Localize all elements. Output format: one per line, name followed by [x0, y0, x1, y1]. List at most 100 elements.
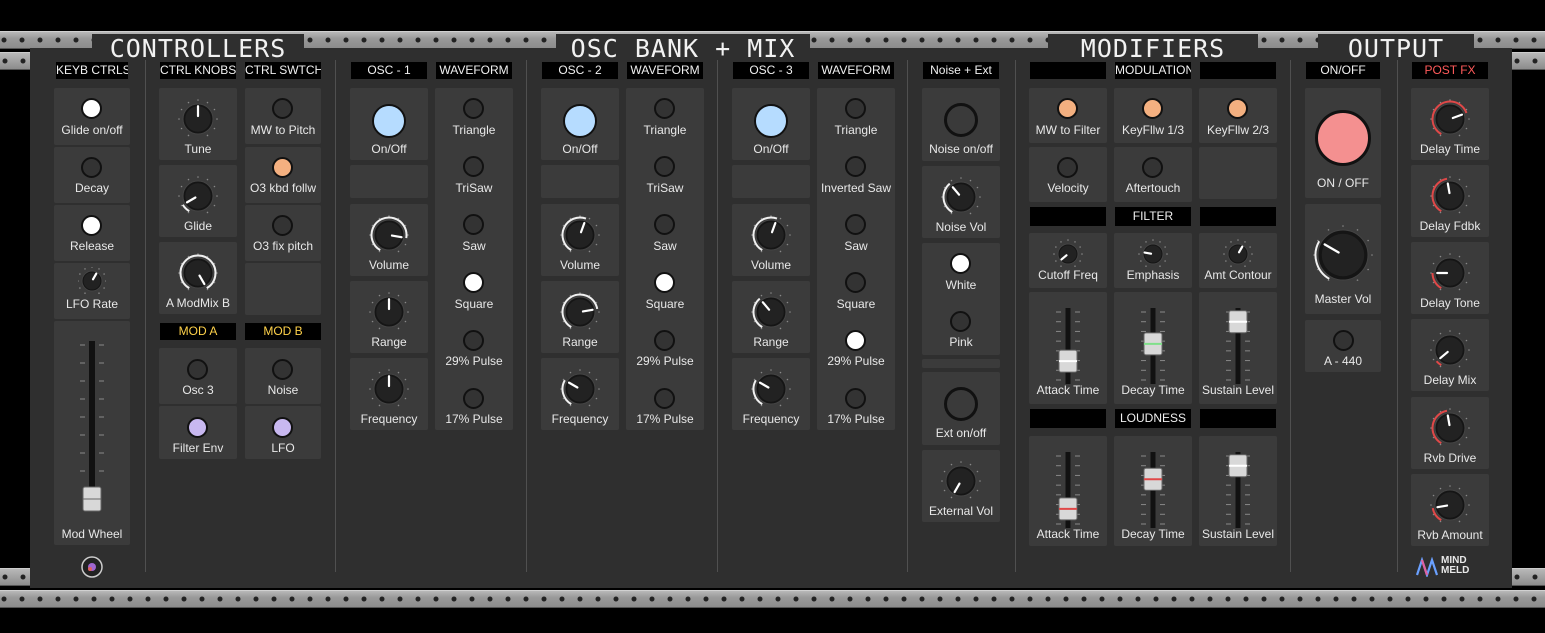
loudness-header-left: [1030, 409, 1106, 428]
waveform2-29pulse-button[interactable]: [654, 330, 675, 351]
osc2-onoff-button[interactable]: [563, 104, 597, 138]
filter-decay-fader[interactable]: [1133, 306, 1173, 386]
loudness-header-right: [1200, 409, 1276, 428]
delay-tone-knob[interactable]: [1430, 253, 1470, 293]
settings-icon[interactable]: [80, 555, 104, 579]
delay-mix-knob[interactable]: [1430, 330, 1470, 370]
mindmeld-logo: MIND MELD: [1416, 556, 1488, 578]
waveform3-square-button[interactable]: [845, 272, 866, 293]
loudness-sustain-fader[interactable]: [1218, 450, 1258, 530]
osc3-onoff-button[interactable]: [754, 104, 788, 138]
mindmeld-logo-icon: [1416, 557, 1439, 577]
mod-b-header: MOD B: [245, 323, 321, 340]
lfo-rate-cell: LFO Rate: [54, 263, 130, 319]
waveform1-29pulse-button[interactable]: [463, 330, 484, 351]
loudness-decay-fader[interactable]: [1133, 450, 1173, 530]
delay-time-knob[interactable]: [1430, 99, 1470, 139]
osc1-range-knob[interactable]: [369, 292, 409, 332]
rvb-drive-knob[interactable]: [1430, 408, 1470, 448]
filter-attack-fader[interactable]: [1048, 306, 1088, 386]
glide-onoff-button[interactable]: [81, 98, 102, 119]
filter-env-button[interactable]: [187, 417, 208, 438]
waveform2-saw-button[interactable]: [654, 214, 675, 235]
osc3-range-knob[interactable]: [751, 292, 791, 332]
waveform3-17pulse-button[interactable]: [845, 388, 866, 409]
mod-wheel-fader[interactable]: [72, 337, 112, 517]
waveform2-17pulse-button[interactable]: [654, 388, 675, 409]
noise-onoff-button[interactable]: [944, 103, 978, 137]
external-vol-label: External Vol: [928, 504, 994, 518]
divider: [1290, 60, 1291, 572]
o3-fix-pitch-button[interactable]: [272, 215, 293, 236]
external-vol-knob[interactable]: [941, 461, 981, 501]
ext-onoff-cell: Ext on/off: [922, 372, 1000, 445]
osc1-onoff-button[interactable]: [372, 104, 406, 138]
mw-to-pitch-button[interactable]: [272, 98, 293, 119]
aftertouch-button[interactable]: [1142, 157, 1163, 178]
lfo-rate-knob[interactable]: [78, 267, 106, 295]
waveform2-square-button[interactable]: [654, 272, 675, 293]
waveform3-label: 29% Pulse: [827, 354, 885, 368]
release-cell: Release: [54, 205, 130, 261]
osc3-button[interactable]: [187, 359, 208, 380]
osc3-frequency-knob[interactable]: [751, 369, 791, 409]
noise-vol-knob[interactable]: [941, 177, 981, 217]
waveform1-17pulse-button[interactable]: [463, 388, 484, 409]
pink-noise-button[interactable]: [950, 311, 971, 332]
waveform3-saw-button[interactable]: [845, 214, 866, 235]
o3-kbd-follw-button[interactable]: [272, 157, 293, 178]
a-modmix-b-knob[interactable]: [178, 253, 218, 293]
decay-cell: Decay: [54, 147, 130, 203]
release-button[interactable]: [81, 215, 102, 236]
velocity-button[interactable]: [1057, 157, 1078, 178]
delay-fdbk-knob[interactable]: [1430, 176, 1470, 216]
osc1-frequency-knob[interactable]: [369, 369, 409, 409]
mw-to-filter-button[interactable]: [1057, 98, 1078, 119]
osc2-range-knob[interactable]: [560, 292, 600, 332]
decay-button[interactable]: [81, 157, 102, 178]
waveform2-triangle-button[interactable]: [654, 98, 675, 119]
osc2-header: OSC - 2: [542, 62, 618, 79]
rail-right-bottom: [1512, 568, 1545, 586]
waveform3-inverted-saw-button[interactable]: [845, 156, 866, 177]
waveform2-label: Saw: [653, 239, 677, 253]
amt-contour-knob[interactable]: [1223, 239, 1253, 269]
waveform3-29pulse-button[interactable]: [845, 330, 866, 351]
output-onoff-button[interactable]: [1315, 110, 1371, 166]
keyfllw-23-button[interactable]: [1227, 98, 1248, 119]
osc2-frequency-knob[interactable]: [560, 369, 600, 409]
waveform1-triangle-button[interactable]: [463, 98, 484, 119]
a440-button[interactable]: [1333, 330, 1354, 351]
emphasis-knob[interactable]: [1138, 239, 1168, 269]
noise-button[interactable]: [272, 359, 293, 380]
osc1-onoff-cell: On/Off: [350, 88, 428, 160]
tune-knob[interactable]: [178, 99, 218, 139]
waveform1-square-button[interactable]: [463, 272, 484, 293]
waveform1-saw-button[interactable]: [463, 214, 484, 235]
ext-onoff-button[interactable]: [944, 387, 978, 421]
white-noise-button[interactable]: [950, 253, 971, 274]
filter-attack-cell: Attack Time: [1029, 292, 1107, 404]
osc3-volume-knob[interactable]: [751, 215, 791, 255]
loudness-attack-fader[interactable]: [1048, 450, 1088, 530]
osc2-volume-knob[interactable]: [560, 215, 600, 255]
waveform3-triangle-button[interactable]: [845, 98, 866, 119]
bottom-rail: [0, 590, 1545, 608]
rail-right-top: [1512, 52, 1545, 70]
waveform1-trisaw-button[interactable]: [463, 156, 484, 177]
cutoff-freq-knob[interactable]: [1053, 239, 1083, 269]
waveform2-label: TriSaw: [646, 181, 684, 195]
osc1-volume-knob[interactable]: [369, 215, 409, 255]
divider: [335, 60, 336, 572]
noise-color-group: White Pink: [922, 243, 1000, 355]
glide-knob[interactable]: [178, 176, 218, 216]
lfo-button[interactable]: [272, 417, 293, 438]
o3-kbd-follw-label: O3 kbd follw: [249, 181, 317, 195]
divider: [1397, 60, 1398, 572]
waveform2-trisaw-button[interactable]: [654, 156, 675, 177]
keyfllw-13-button[interactable]: [1142, 98, 1163, 119]
emphasis-cell: Emphasis: [1114, 233, 1192, 288]
filter-sustain-fader[interactable]: [1218, 306, 1258, 386]
master-vol-knob[interactable]: [1308, 220, 1378, 290]
rvb-amount-knob[interactable]: [1430, 485, 1470, 525]
